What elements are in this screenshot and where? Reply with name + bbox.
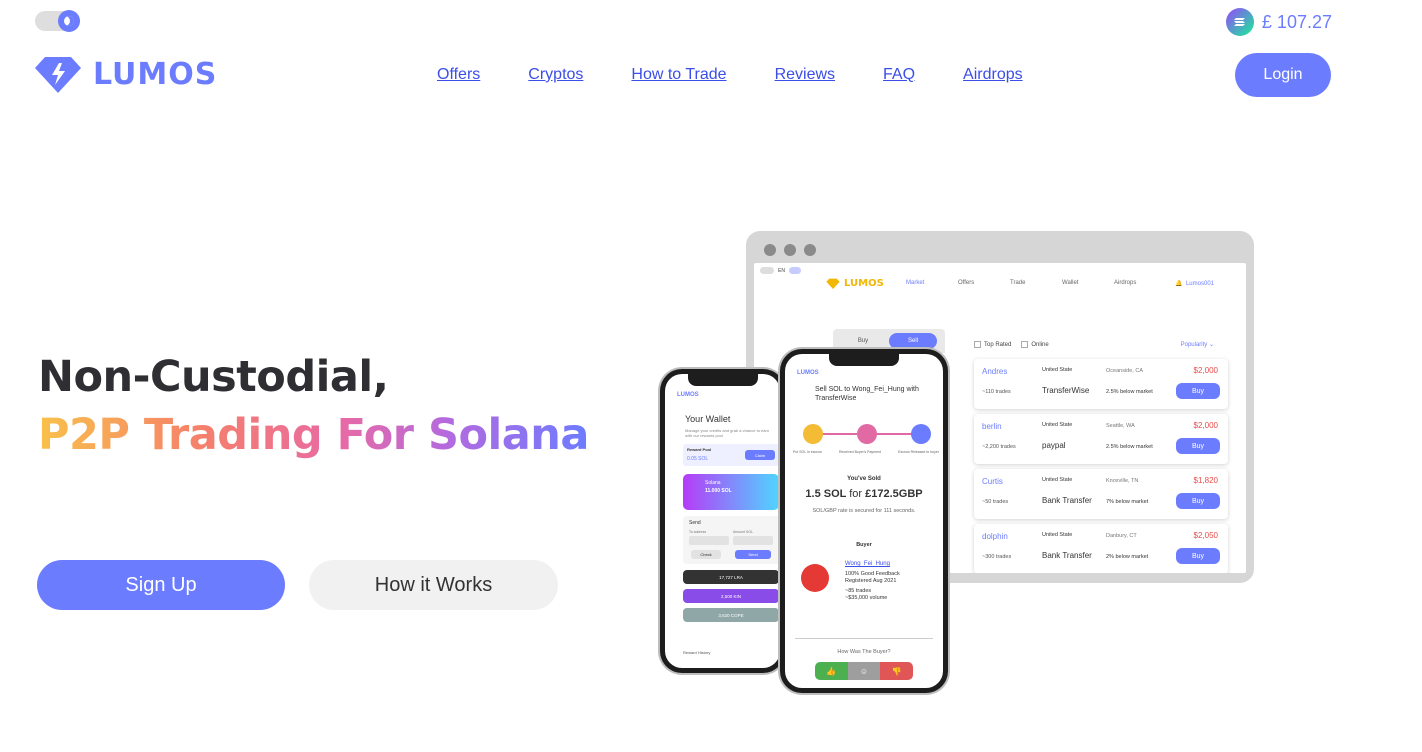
- thumbs-down-icon: 👎: [880, 662, 913, 680]
- mock-filters: Top Rated Online: [974, 341, 1049, 348]
- check-icon: [911, 424, 931, 444]
- mock-rating-question: How Was The Buyer?: [837, 649, 891, 655]
- nav-airdrops[interactable]: Airdrops: [963, 66, 1023, 84]
- wallet-screen: LUMOS Your Wallet Manage your credits an…: [665, 374, 780, 668]
- mock-nav-wallet: Wallet: [1062, 280, 1079, 286]
- mock-token-pill: 3,620 COPE: [683, 608, 779, 622]
- phone-mockup-sell: LUMOS Sell SOL to Wong_Fei_Hung with Tra…: [780, 349, 948, 693]
- mock-tab-buy: Buy: [857, 338, 869, 344]
- mock-sold-label: You've Sold: [847, 476, 881, 482]
- mock-offer-row: berlin ~2,200 trades United State paypal…: [974, 414, 1228, 464]
- mock-nav-airdrops: Airdrops: [1114, 280, 1137, 286]
- nav-faq[interactable]: FAQ: [883, 66, 915, 84]
- mock-reward-history: Reward History: [683, 650, 711, 655]
- payment-icon: [857, 424, 877, 444]
- escrow-icon: [803, 424, 823, 444]
- mock-wallet-subtitle: Manage your credits and grab a chance to…: [685, 428, 770, 438]
- mock-nav-trade: Trade: [1010, 280, 1026, 286]
- hero-title-line2: P2P Trading For Solana: [38, 406, 589, 464]
- brand-logo[interactable]: LUMOS: [35, 55, 217, 93]
- moon-icon: [58, 10, 80, 32]
- mock-buyer-info: Wong_Fei_Hung 100% Good Feedback Registe…: [845, 561, 900, 601]
- phone-mockup-wallet: LUMOS Your Wallet Manage your credits an…: [660, 369, 785, 673]
- mock-brand-logo: LUMOS: [677, 392, 699, 398]
- mock-offer-row: Andres ~110 trades United State Transfer…: [974, 359, 1228, 409]
- theme-toggle[interactable]: [35, 10, 80, 32]
- mock-offer-list: Andres ~110 trades United State Transfer…: [974, 359, 1228, 573]
- how-it-works-button[interactable]: How it Works: [309, 560, 558, 610]
- mock-sort: Popularity ⌄: [1180, 342, 1214, 348]
- mock-progress-steps: [803, 424, 931, 444]
- mock-buyer-label: Buyer: [856, 542, 872, 548]
- mock-nav: Market Offers Trade Wallet Airdrops: [906, 280, 1166, 286]
- mock-rating-buttons: 👍 ☺ 👎: [815, 662, 913, 680]
- nav-how-to-trade[interactable]: How to Trade: [631, 66, 726, 84]
- balance-amount: £ 107.27: [1261, 11, 1332, 32]
- mock-offer-row: dolphin ~300 trades United State Bank Tr…: [974, 524, 1228, 573]
- mock-send-form: Send To address Amount SOL Check Send: [683, 516, 779, 564]
- neutral-face-icon: ☺: [847, 662, 881, 680]
- nav-cryptos[interactable]: Cryptos: [528, 66, 583, 84]
- sell-screen: LUMOS Sell SOL to Wong_Fei_Hung with Tra…: [785, 354, 943, 688]
- mock-rate-note: SOL/GBP rate is secured for 111 seconds.: [812, 508, 916, 514]
- mock-brand-logo: LUMOS: [797, 370, 819, 376]
- mock-nav-market: Market: [906, 280, 925, 286]
- hero-title-line1: Non-Custodial,: [38, 352, 389, 402]
- wallet-balance[interactable]: £ 107.27: [1225, 8, 1332, 36]
- lumos-logo-icon: [35, 55, 81, 93]
- mock-lang-switch: EN: [760, 267, 801, 274]
- mock-wallet-title: Your Wallet: [685, 414, 731, 424]
- sign-up-button[interactable]: Sign Up: [37, 560, 285, 610]
- mock-token-pill: 2,500 KIN: [683, 589, 779, 603]
- mock-brand-logo: LUMOS: [826, 278, 884, 289]
- mock-sell-heading: Sell SOL to Wong_Fei_Hung with TransferW…: [815, 386, 919, 402]
- mock-solana-card: Solana 11.000 SOL: [683, 474, 779, 510]
- mock-token-pill: 17,727 LRA: [683, 570, 779, 584]
- nav-offers[interactable]: Offers: [437, 66, 480, 84]
- mock-step-labels: Put SOL in escrow Received Buyer's Payme…: [793, 450, 939, 454]
- login-button[interactable]: Login: [1235, 53, 1331, 97]
- mock-offer-row: Curtis ~50 trades United State Bank Tran…: [974, 469, 1228, 519]
- brand-name: LUMOS: [93, 56, 218, 92]
- mock-sold-amount: 1.5 SOL for £172.5GBP: [805, 488, 923, 500]
- mock-reward-pool: Reward Pool 0.05 SOL Claim: [683, 444, 779, 466]
- buyer-avatar: [801, 564, 829, 592]
- nav-reviews[interactable]: Reviews: [775, 66, 835, 84]
- thumbs-up-icon: 👍: [815, 662, 848, 680]
- window-controls: [754, 239, 1246, 261]
- mock-tab-sell: Sell: [889, 333, 937, 349]
- solana-icon: [1225, 8, 1254, 36]
- hero-title: Non-Custodial, P2P Trading For Solana: [38, 348, 589, 464]
- mock-user: 🔔 Lumos001: [1175, 281, 1214, 287]
- mock-nav-offers: Offers: [958, 280, 975, 286]
- main-nav: Offers Cryptos How to Trade Reviews FAQ …: [437, 66, 1023, 84]
